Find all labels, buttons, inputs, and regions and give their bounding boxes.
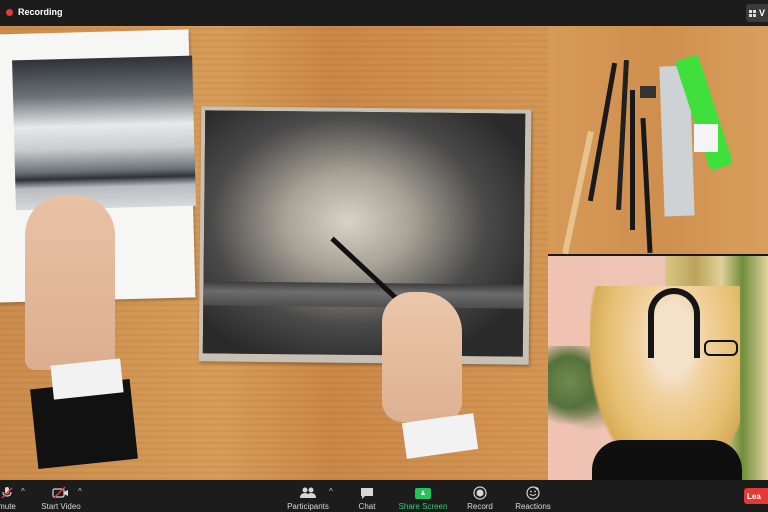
drawing-horizon <box>203 281 524 309</box>
eraser <box>694 124 718 152</box>
left-cuff <box>50 358 124 400</box>
overhead-tools-video-feed <box>548 26 768 254</box>
participants-options-caret[interactable]: ^ <box>329 487 333 496</box>
chat-label: Chat <box>358 502 376 511</box>
record-button[interactable]: Record <box>466 483 494 511</box>
leave-button[interactable]: Lea <box>744 488 768 504</box>
right-hand <box>382 292 462 422</box>
glasses <box>704 340 738 356</box>
mute-button[interactable]: mute <box>0 483 20 511</box>
reference-cloud-photo <box>12 55 196 211</box>
top-bar: Recording V <box>0 0 768 26</box>
chat-button[interactable]: Chat <box>355 483 379 511</box>
microphone-muted-icon <box>0 486 16 500</box>
recording-label: Recording <box>18 7 63 17</box>
record-label: Record <box>467 502 493 511</box>
mute-label: mute <box>0 502 16 511</box>
share-screen-icon <box>415 487 431 499</box>
leave-label: Lea <box>747 491 761 501</box>
record-icon <box>471 486 489 500</box>
video-options-caret[interactable]: ^ <box>78 487 82 496</box>
charcoal-cloud-drawing <box>202 110 526 357</box>
recording-dot-icon <box>6 8 13 16</box>
left-hand <box>25 195 115 370</box>
participants-button[interactable]: Participants <box>285 483 331 511</box>
share-screen-button[interactable]: Share Screen <box>397 483 449 511</box>
camera-off-icon <box>52 486 70 500</box>
headset <box>648 288 700 358</box>
participants-icon <box>299 486 317 500</box>
video-meeting-window: Recording V mute ^ Start Video ^ Partici… <box>0 0 768 512</box>
mute-options-caret[interactable]: ^ <box>21 487 25 496</box>
charcoal-drawing-board <box>198 106 532 365</box>
view-button[interactable]: V <box>746 4 768 22</box>
charcoal-pencil-c <box>630 90 635 230</box>
pencil-sharpener <box>640 86 656 98</box>
reaction-smiley-icon <box>524 486 542 500</box>
recording-indicator[interactable]: Recording <box>6 7 63 17</box>
grid-view-icon <box>749 9 756 17</box>
participants-label: Participants <box>287 502 329 511</box>
presenter-shirt <box>592 440 742 480</box>
reactions-label: Reactions <box>515 502 551 511</box>
share-screen-icon-wrap <box>414 486 432 500</box>
start-video-label: Start Video <box>41 502 81 511</box>
share-screen-label: Share Screen <box>398 502 448 511</box>
chat-bubble-icon <box>358 486 376 500</box>
meeting-toolbar: mute ^ Start Video ^ Participants ^ Chat… <box>0 480 768 512</box>
reactions-button[interactable]: Reactions <box>514 483 552 511</box>
view-label: V <box>759 8 766 18</box>
